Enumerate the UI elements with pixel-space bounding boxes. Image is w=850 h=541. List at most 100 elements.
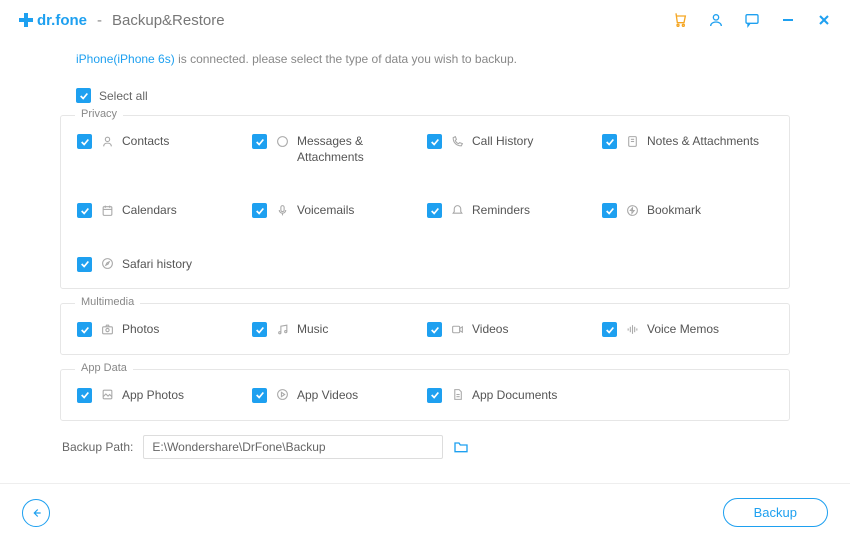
select-all-checkbox[interactable] <box>76 88 91 103</box>
checkbox-music[interactable] <box>252 322 267 337</box>
item-safari: Safari history <box>77 257 248 287</box>
brand: dr.fone <box>18 12 87 29</box>
item-calendars: Calendars <box>77 203 248 233</box>
reminders-icon <box>450 203 464 217</box>
checkbox-appvideos[interactable] <box>252 388 267 403</box>
plus-icon <box>18 12 34 28</box>
videos-icon <box>450 322 464 336</box>
contacts-icon <box>100 134 114 148</box>
checkbox-safari[interactable] <box>77 257 92 272</box>
safari-icon <box>100 257 114 271</box>
backup-path-label: Backup Path: <box>62 440 133 454</box>
label-voicememos: Voice Memos <box>647 322 719 338</box>
window-controls <box>672 12 832 28</box>
cart-icon[interactable] <box>672 12 688 28</box>
select-all-label: Select all <box>99 89 148 103</box>
select-all-row: Select all <box>60 78 790 109</box>
minimize-button[interactable] <box>780 12 796 28</box>
checkbox-callhistory[interactable] <box>427 134 442 149</box>
voicememos-icon <box>625 322 639 336</box>
notes-icon <box>625 134 639 148</box>
voicemails-icon <box>275 203 289 217</box>
checkbox-voicemails[interactable] <box>252 203 267 218</box>
label-safari: Safari history <box>122 257 192 273</box>
checkbox-calendars[interactable] <box>77 203 92 218</box>
label-appdocs: App Documents <box>472 388 557 404</box>
label-music: Music <box>297 322 328 338</box>
appdocs-icon <box>450 388 464 402</box>
checkbox-bookmark[interactable] <box>602 203 617 218</box>
label-appphotos: App Photos <box>122 388 184 404</box>
item-photos: Photos <box>77 322 248 352</box>
app-window: dr.fone - Backup&Restore iP <box>0 0 850 541</box>
callhistory-icon <box>450 134 464 148</box>
item-appphotos: App Photos <box>77 388 248 418</box>
appdata-legend: App Data <box>75 362 133 374</box>
backup-path-input[interactable] <box>143 435 443 459</box>
browse-folder-button[interactable] <box>453 439 469 455</box>
label-messages: Messages & Attachments <box>297 134 423 165</box>
item-contacts: Contacts <box>77 134 248 179</box>
backup-path-row: Backup Path: <box>60 435 790 459</box>
multimedia-section: Multimedia Photos Music Videos <box>60 303 790 355</box>
music-icon <box>275 322 289 336</box>
label-notes: Notes & Attachments <box>647 134 759 150</box>
item-bookmark: Bookmark <box>602 203 773 233</box>
label-videos: Videos <box>472 322 508 338</box>
content-area: iPhone(iPhone 6s) is connected. please s… <box>0 40 850 483</box>
privacy-legend: Privacy <box>75 108 123 120</box>
item-reminders: Reminders <box>427 203 598 233</box>
photos-icon <box>100 322 114 336</box>
multimedia-legend: Multimedia <box>75 296 140 308</box>
label-photos: Photos <box>122 322 159 338</box>
checkbox-appphotos[interactable] <box>77 388 92 403</box>
messages-icon <box>275 134 289 148</box>
item-appdocs: App Documents <box>427 388 598 418</box>
item-appvideos: App Videos <box>252 388 423 418</box>
item-videos: Videos <box>427 322 598 352</box>
item-voicememos: Voice Memos <box>602 322 773 352</box>
label-reminders: Reminders <box>472 203 530 219</box>
label-callhistory: Call History <box>472 134 533 150</box>
item-notes: Notes & Attachments <box>602 134 773 179</box>
backup-button[interactable]: Backup <box>723 498 828 527</box>
arrow-left-icon <box>29 506 43 520</box>
label-voicemails: Voicemails <box>297 203 354 219</box>
back-button[interactable] <box>22 499 50 527</box>
connection-message: is connected. please select the type of … <box>175 52 517 66</box>
feedback-icon[interactable] <box>744 12 760 28</box>
appvideos-icon <box>275 388 289 402</box>
label-appvideos: App Videos <box>297 388 358 404</box>
checkbox-reminders[interactable] <box>427 203 442 218</box>
close-button[interactable] <box>816 12 832 28</box>
calendars-icon <box>100 203 114 217</box>
item-music: Music <box>252 322 423 352</box>
checkbox-notes[interactable] <box>602 134 617 149</box>
item-voicemails: Voicemails <box>252 203 423 233</box>
folder-icon <box>453 439 469 455</box>
titlebar: dr.fone - Backup&Restore <box>0 0 850 40</box>
item-messages: Messages & Attachments <box>252 134 423 179</box>
privacy-section: Privacy Contacts Messages & Attachments … <box>60 115 790 289</box>
brand-text: dr.fone <box>37 12 87 29</box>
label-contacts: Contacts <box>122 134 169 150</box>
checkbox-photos[interactable] <box>77 322 92 337</box>
checkbox-messages[interactable] <box>252 134 267 149</box>
connection-status: iPhone(iPhone 6s) is connected. please s… <box>60 40 790 78</box>
checkbox-appdocs[interactable] <box>427 388 442 403</box>
appphotos-icon <box>100 388 114 402</box>
title-separator: - <box>97 12 102 29</box>
item-callhistory: Call History <box>427 134 598 179</box>
checkbox-videos[interactable] <box>427 322 442 337</box>
checkbox-contacts[interactable] <box>77 134 92 149</box>
user-icon[interactable] <box>708 12 724 28</box>
bookmark-icon <box>625 203 639 217</box>
label-calendars: Calendars <box>122 203 177 219</box>
logo-wrap: dr.fone - Backup&Restore <box>18 12 225 29</box>
appdata-section: App Data App Photos App Videos App Docum… <box>60 369 790 421</box>
label-bookmark: Bookmark <box>647 203 701 219</box>
checkbox-voicememos[interactable] <box>602 322 617 337</box>
footer: Backup <box>0 483 850 541</box>
page-title: Backup&Restore <box>112 12 225 29</box>
device-name: iPhone(iPhone 6s) <box>76 52 175 66</box>
